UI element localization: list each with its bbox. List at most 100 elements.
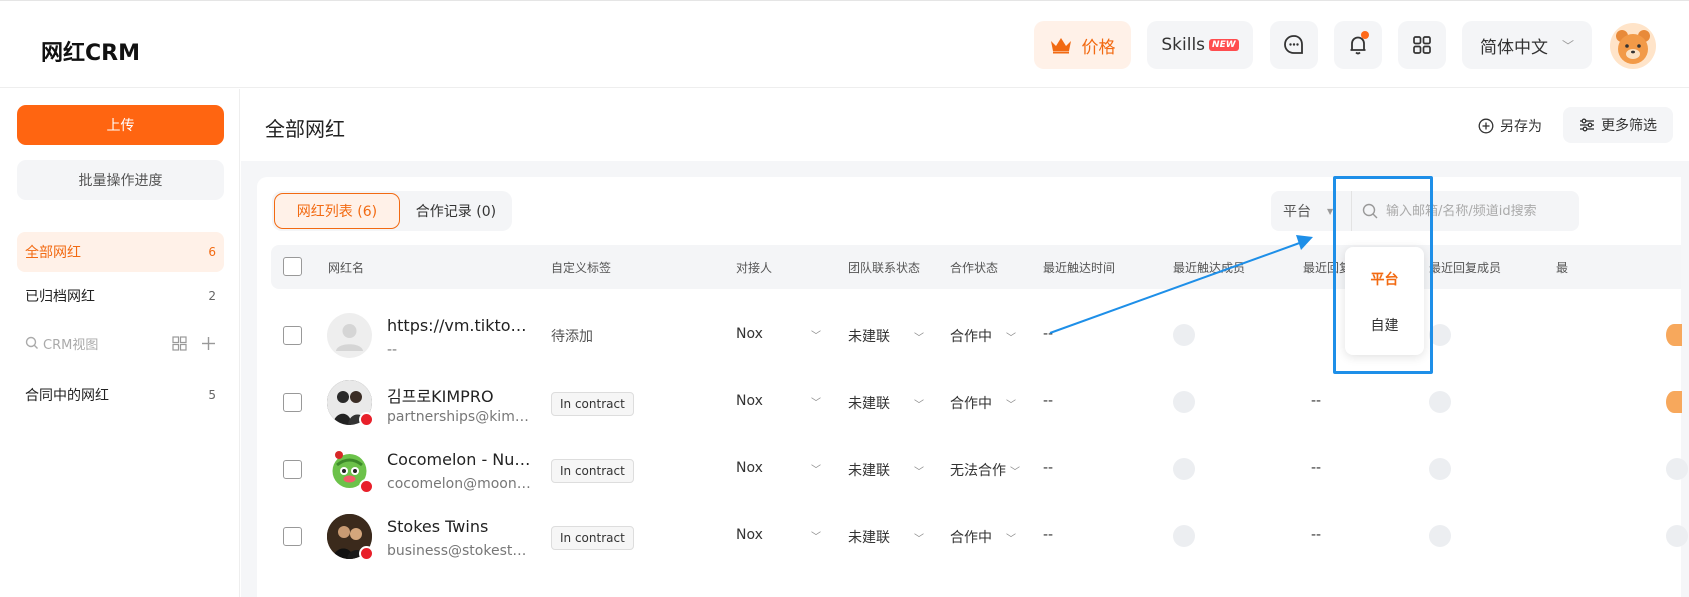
team-status-select[interactable]: 未建联 ﹀	[848, 326, 924, 346]
last-touch-time: --	[1043, 460, 1054, 476]
influencer-email: partnerships@kimpro.kr	[387, 409, 533, 425]
contact-select[interactable]: Nox ﹀	[736, 393, 821, 409]
chevron-down-icon: ﹀	[914, 332, 924, 344]
tag-chip[interactable]: In contract	[551, 392, 634, 416]
influencer-name[interactable]: Cocomelon - Nursery Rhymes	[387, 450, 533, 469]
tag-cell[interactable]: 待添加	[551, 326, 593, 346]
row-checkbox[interactable]	[283, 460, 302, 479]
skills-label: Skills	[1161, 35, 1206, 55]
team-status-select[interactable]: 未建联 ﹀	[848, 393, 924, 413]
header-truncated: 最	[1556, 261, 1569, 275]
bear-avatar-icon	[1666, 391, 1682, 413]
coop-status-select[interactable]: 无法合作 ﹀	[950, 460, 1020, 480]
caret-down-icon: ▼	[1327, 206, 1334, 216]
influencer-name[interactable]: Stokes Twins	[387, 517, 533, 536]
youtube-icon	[359, 412, 374, 427]
contact-select[interactable]: Nox ﹀	[736, 460, 821, 476]
new-badge: NEW	[1209, 39, 1239, 51]
influencer-name[interactable]: https://vm.tiktok.com/ZMS	[387, 316, 533, 335]
language-label: 简体中文	[1479, 37, 1548, 58]
table-row[interactable]: 김프로KIMPRO partnerships@kimpro.kr In cont…	[271, 369, 1682, 436]
row-checkbox[interactable]	[283, 326, 302, 345]
header-last-reply-member: 最近回复成员	[1429, 261, 1502, 275]
platform-select[interactable]: 平台 ▼	[1271, 191, 1351, 231]
notification-button[interactable]	[1334, 21, 1382, 69]
tag-chip[interactable]: In contract	[551, 526, 634, 550]
search-icon	[1362, 203, 1378, 219]
save-as-label: 另存为	[1500, 119, 1542, 135]
notification-dot	[1361, 31, 1369, 39]
search-icon	[25, 336, 38, 349]
dropdown-option-platform[interactable]: 平台	[1345, 269, 1424, 289]
main-header: 全部网红 另存为 更多筛选	[241, 89, 1689, 161]
default-avatar-icon	[336, 324, 363, 351]
batch-progress-button[interactable]: 批量操作进度	[17, 160, 224, 200]
sidebar-item-archived[interactable]: 已归档网红 2	[17, 276, 224, 316]
header-coop-status: 合作状态	[950, 261, 999, 275]
crown-icon	[1050, 38, 1071, 54]
coop-status-select[interactable]: 合作中 ﹀	[950, 527, 1016, 547]
search-box	[1351, 191, 1579, 231]
table-row[interactable]: https://vm.tiktok.com/ZMS -- 待添加 Nox ﹀ 未建…	[271, 302, 1682, 369]
more-filter-button[interactable]: 更多筛选	[1563, 107, 1673, 143]
plus-icon[interactable]	[201, 336, 216, 351]
influencer-email: --	[387, 342, 398, 358]
coop-status-value: 合作中	[950, 329, 992, 345]
sidebar-item-all[interactable]: 全部网红 6	[17, 232, 224, 272]
header-tag: 自定义标签	[551, 261, 612, 275]
search-input[interactable]	[1386, 203, 1576, 219]
apps-button[interactable]	[1398, 21, 1446, 69]
chevron-down-icon: ﹀	[914, 466, 924, 478]
member-avatar	[1173, 391, 1195, 413]
save-as-button[interactable]: 另存为	[1478, 116, 1542, 136]
chevron-down-icon: ﹀	[1006, 399, 1016, 411]
tab-bar: 网红列表 (6) 合作记录 (0)	[272, 191, 512, 231]
bear-avatar-icon	[1666, 324, 1682, 346]
table-row[interactable]: Stokes Twins business@stokestwins.com In…	[271, 503, 1688, 570]
header-last-touch-member: 最近触达成员	[1173, 261, 1246, 275]
table-header: 网红名 自定义标签 对接人 团队联系状态 合作状态 最近触达时间 最近触达成员 …	[271, 245, 1681, 289]
row-checkbox[interactable]	[283, 527, 302, 546]
bear-avatar-icon	[1616, 30, 1650, 64]
user-avatar[interactable]	[1610, 23, 1656, 69]
member-avatar	[1429, 324, 1451, 346]
coop-status-value: 无法合作	[950, 463, 1006, 479]
language-select[interactable]: 简体中文 ﹀	[1462, 21, 1592, 69]
tab-cooperation-records[interactable]: 合作记录 (0)	[402, 193, 510, 229]
chevron-down-icon: ﹀	[1561, 38, 1574, 53]
contact-value: Nox	[736, 326, 763, 342]
chevron-down-icon: ﹀	[1006, 332, 1016, 344]
select-all-checkbox[interactable]	[283, 257, 302, 276]
team-status-select[interactable]: 未建联 ﹀	[848, 527, 924, 547]
contact-select[interactable]: Nox ﹀	[736, 326, 821, 342]
dropdown-option-custom[interactable]: 自建	[1345, 315, 1424, 335]
team-status-value: 未建联	[848, 396, 890, 412]
header-name: 网红名	[328, 261, 365, 275]
grid-icon	[1413, 36, 1431, 54]
team-status-select[interactable]: 未建联 ﹀	[848, 460, 924, 480]
coop-status-select[interactable]: 合作中 ﹀	[950, 326, 1016, 346]
table-row[interactable]: Cocomelon - Nursery Rhymes cocomelon@moo…	[271, 436, 1688, 503]
chat-button[interactable]	[1270, 21, 1318, 69]
view-grid-icon[interactable]	[172, 335, 187, 351]
page-title: 全部网红	[265, 117, 345, 141]
tab-influencer-list[interactable]: 网红列表 (6)	[274, 193, 400, 229]
sidebar-item-count: 2	[208, 289, 216, 303]
chevron-down-icon: ﹀	[914, 399, 924, 411]
coop-status-select[interactable]: 合作中 ﹀	[950, 393, 1016, 413]
tag-chip[interactable]: In contract	[551, 459, 634, 483]
contact-value: Nox	[736, 527, 763, 543]
coop-status-value: 合作中	[950, 530, 992, 546]
last-reply-time: --	[1311, 527, 1322, 543]
contact-value: Nox	[736, 393, 763, 409]
skills-button[interactable]: Skills NEW	[1147, 21, 1253, 69]
contact-select[interactable]: Nox ﹀	[736, 527, 821, 543]
upload-button[interactable]: 上传	[17, 105, 224, 145]
sidebar-view-in-contract[interactable]: 合同中的网红 5	[17, 375, 224, 415]
chevron-down-icon: ﹀	[1006, 533, 1016, 545]
row-checkbox[interactable]	[283, 393, 302, 412]
sidebar-view-count: 5	[208, 388, 216, 402]
price-button[interactable]: 价格	[1034, 21, 1131, 69]
list-panel: 网红列表 (6) 合作记录 (0) 平台 ▼ 网红名 自定义标签 对接人 团队联…	[257, 177, 1688, 597]
influencer-name[interactable]: 김프로KIMPRO	[387, 383, 533, 407]
